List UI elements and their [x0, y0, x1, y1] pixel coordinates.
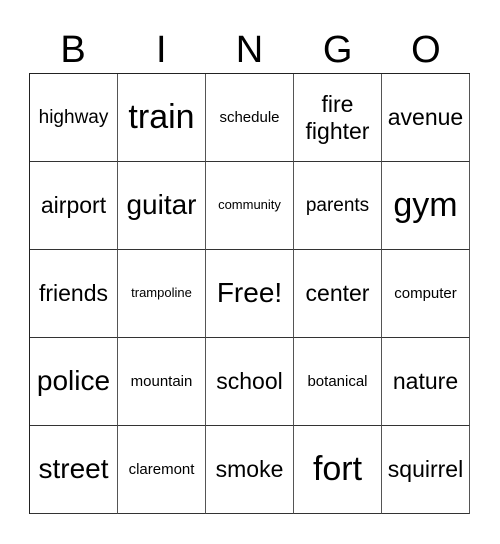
bingo-cell[interactable]: street: [30, 426, 118, 514]
header-letter-g: G: [322, 29, 353, 71]
bingo-cell[interactable]: highway: [30, 74, 118, 162]
bingo-cell[interactable]: guitar: [118, 162, 206, 250]
bingo-cell[interactable]: center: [294, 250, 382, 338]
bingo-cell[interactable]: avenue: [382, 74, 470, 162]
free-space-cell[interactable]: Free!: [206, 250, 294, 338]
bingo-grid: highway train schedule fire fighter avenue ai…: [29, 73, 470, 514]
bingo-cell[interactable]: friends: [30, 250, 118, 338]
header-letter-i: I: [156, 29, 167, 71]
bingo-cell[interactable]: parents: [294, 162, 382, 250]
bingo-cell[interactable]: community: [206, 162, 294, 250]
bingo-cell[interactable]: schedule: [206, 74, 294, 162]
bingo-cell[interactable]: police: [30, 338, 118, 426]
bingo-header: B I N G O: [29, 28, 470, 73]
bingo-cell[interactable]: airport: [30, 162, 118, 250]
bingo-cell[interactable]: gym: [382, 162, 470, 250]
bingo-cell[interactable]: claremont: [118, 426, 206, 514]
bingo-cell[interactable]: computer: [382, 250, 470, 338]
bingo-cell[interactable]: squirrel: [382, 426, 470, 514]
bingo-cell[interactable]: fire fighter: [294, 74, 382, 162]
bingo-cell[interactable]: trampoline: [118, 250, 206, 338]
bingo-cell[interactable]: mountain: [118, 338, 206, 426]
bingo-cell[interactable]: nature: [382, 338, 470, 426]
bingo-cell[interactable]: botanical: [294, 338, 382, 426]
header-letter-b: B: [60, 29, 86, 71]
bingo-cell[interactable]: smoke: [206, 426, 294, 514]
bingo-cell[interactable]: fort: [294, 426, 382, 514]
header-letter-n: N: [235, 29, 264, 71]
bingo-cell[interactable]: train: [118, 74, 206, 162]
bingo-cell[interactable]: school: [206, 338, 294, 426]
header-letter-o: O: [411, 29, 441, 71]
